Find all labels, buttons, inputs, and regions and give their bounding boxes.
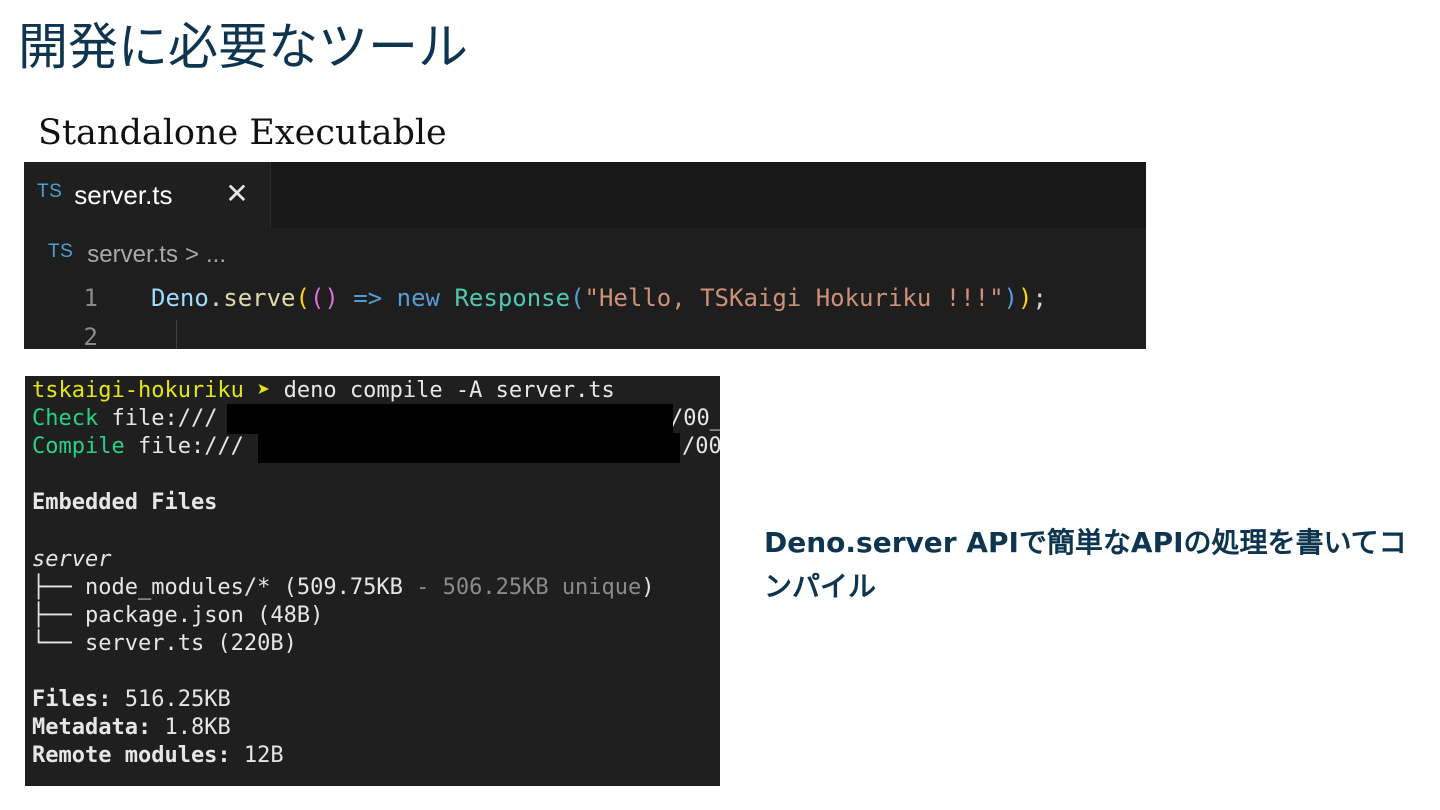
tree-item-name: server.ts (220B) xyxy=(84,631,297,656)
tree-item-end: ) xyxy=(641,575,655,600)
tab-filename: server.ts xyxy=(74,179,173,210)
typescript-icon: TS xyxy=(37,181,63,202)
breadcrumb: TS server.ts > ... xyxy=(48,238,226,272)
compile-label: Compile xyxy=(32,434,125,459)
tree-item-name: package.json (48B) xyxy=(84,603,324,628)
slide-title: 開発に必要なツール xyxy=(18,18,468,76)
redacted-path-block xyxy=(227,404,673,434)
editor-tab-server-ts[interactable]: TS server.ts ✕ xyxy=(24,162,271,228)
editor-tab-bar: TS server.ts ✕ xyxy=(24,162,1146,228)
stat-files: Files: 516.25KB xyxy=(32,686,231,714)
check-path-tail: /00_s xyxy=(670,406,720,431)
typescript-icon: TS xyxy=(48,241,74,262)
stat-value: 12B xyxy=(230,743,284,768)
code-token: ( xyxy=(570,284,585,312)
redacted-path-block xyxy=(258,433,680,463)
stat-value: 516.25KB xyxy=(111,687,231,712)
prompt-directory: tskaigi-hokuriku xyxy=(32,378,244,403)
stat-label: Metadata: xyxy=(32,715,152,740)
slide-note: Deno.server APIで簡単なAPIの処理を書いてコンパイル xyxy=(764,526,1407,603)
code-token: Deno xyxy=(151,284,209,312)
compile-path-tail: /00 xyxy=(682,434,720,459)
terminal-prompt-line: tskaigi-hokuriku ➤ deno compile -A serve… xyxy=(32,377,615,405)
check-label: Check xyxy=(32,406,99,431)
code-token: ( xyxy=(295,284,310,312)
code-token: Response xyxy=(454,284,571,312)
tree-branch: ├── xyxy=(32,575,85,600)
terminal-output: tskaigi-hokuriku ➤ deno compile -A serve… xyxy=(25,376,720,786)
breadcrumb-file[interactable]: server.ts xyxy=(87,241,178,269)
tree-root: server xyxy=(32,547,112,572)
compile-path: file:/// xyxy=(137,434,244,459)
code-token: new xyxy=(396,284,441,312)
embedded-files-header: Embedded Files xyxy=(32,490,218,515)
breadcrumb-ellipsis[interactable]: ... xyxy=(206,241,226,269)
code-token: "Hello, TSKaigi Hokuriku !!!" xyxy=(584,284,1004,312)
code-token: serve xyxy=(223,284,296,312)
stat-label: Files: xyxy=(32,687,112,712)
check-path: file:/// xyxy=(111,406,218,431)
tree-item-dim: - 506.25KB unique xyxy=(402,575,642,600)
code-token: ) xyxy=(1018,284,1033,312)
stat-remote-modules: Remote modules: 12B xyxy=(32,742,284,770)
tree-item: ├── package.json (48B) xyxy=(32,602,323,630)
code-token: => xyxy=(338,284,397,312)
close-icon[interactable]: ✕ xyxy=(224,176,250,212)
stat-value: 1.8KB xyxy=(151,715,231,740)
code-token: ; xyxy=(1032,284,1047,312)
stat-label: Remote modules: xyxy=(32,743,231,768)
code-token: () xyxy=(309,284,339,312)
line-number: 1 xyxy=(83,284,98,312)
tree-branch: └── xyxy=(32,631,85,656)
prompt-arrow-icon: ➤ xyxy=(257,378,271,403)
line-number: 2 xyxy=(83,323,98,349)
terminal-command: deno compile -A server.ts xyxy=(283,378,615,403)
cursor-line-marker xyxy=(176,320,177,349)
tree-item: └── server.ts (220B) xyxy=(32,630,297,658)
code-token: . xyxy=(208,284,224,312)
code-token: ) xyxy=(1003,284,1018,312)
slide-subtitle: Standalone Executable xyxy=(38,113,447,153)
tree-branch: ├── xyxy=(32,603,85,628)
compile-line: Compile file:/// xyxy=(32,433,244,461)
stat-metadata: Metadata: 1.8KB xyxy=(32,714,231,742)
check-line: Check file:/// xyxy=(32,405,217,433)
code-text: Deno.serve(() => new Response("Hello, TS… xyxy=(151,281,1047,315)
tree-item-name: node_modules/* (509.75KB xyxy=(84,575,403,600)
chevron-right-icon: > xyxy=(184,241,199,268)
code-editor: TS server.ts ✕ TS server.ts > ... 1 Deno… xyxy=(24,162,1146,349)
tree-item: ├── node_modules/* (509.75KB - 506.25KB … xyxy=(32,574,655,602)
